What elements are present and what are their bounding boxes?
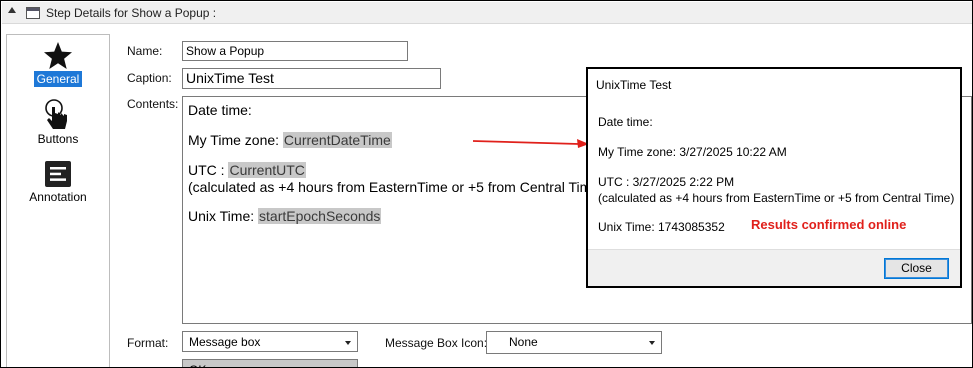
variable-start-epoch-seconds: startEpochSeconds [258,208,382,224]
popup-line-datetime: Date time: [598,115,653,129]
sidebar-item-label: General [33,71,83,87]
sidebar-item-label: Annotation [29,190,87,204]
contents-line-utc: UTC : CurrentUTC [188,162,306,178]
pointer-hand-icon [45,99,67,129]
buttons-select[interactable]: OK [182,359,358,367]
contents-line-timezone: My Time zone: CurrentDateTime [188,132,392,148]
caption-label: Caption: [127,71,172,85]
annotation-arrow [472,139,589,148]
window-title: Step Details for Show a Popup : [46,6,217,20]
caption-field[interactable]: UnixTime Test [182,68,441,89]
contents-line-datetime: Date time: [188,102,252,118]
sidebar-item-buttons[interactable]: Buttons [7,99,109,147]
popup-dialog: UnixTime Test Date time: My Time zone: 3… [586,67,962,288]
popup-line-utc: UTC : 3/27/2025 2:22 PM [598,175,735,189]
popup-footer: Close [588,249,960,286]
sidebar-item-annotation[interactable]: Annotation [7,159,109,205]
variable-current-utc: CurrentUTC [228,162,306,178]
msgbox-icon-label: Message Box Icon: [385,336,488,350]
chevron-down-icon [649,341,655,345]
close-button[interactable]: Close [884,258,949,279]
contents-line-unixtime: Unix Time: startEpochSeconds [188,208,382,224]
step-details-window: Step Details for Show a Popup : General … [0,0,973,368]
msgbox-icon-select-value: None [509,335,538,349]
results-annotation: Results confirmed online [751,217,907,232]
collapse-icon[interactable] [8,7,16,13]
format-select[interactable]: Message box [182,331,358,352]
popup-title: UnixTime Test [596,78,672,92]
unixtime-prefix: Unix Time: [188,208,255,224]
msgbox-icon-select[interactable]: None [486,331,662,354]
buttons-select-value: OK [189,363,206,367]
timezone-prefix: My Time zone: [188,132,280,148]
variable-current-datetime: CurrentDateTime [282,132,392,148]
utc-prefix: UTC : [188,162,225,178]
annotation-icon [45,161,71,187]
contents-label: Contents: [127,97,179,111]
star-icon [44,42,72,69]
format-select-value: Message box [189,335,261,349]
sidebar-item-general[interactable]: General [7,41,109,87]
name-label: Name: [127,44,163,58]
contents-line-calc-note: (calculated as +4 hours from EasternTime… [188,179,604,195]
title-bar: Step Details for Show a Popup : [2,2,972,24]
name-field[interactable]: Show a Popup [182,41,408,61]
chevron-down-icon [345,341,351,345]
format-label: Format: [127,336,169,350]
popup-line-timezone: My Time zone: 3/27/2025 10:22 AM [598,145,787,159]
popup-line-calc-note: (calculated as +4 hours from EasternTime… [598,191,955,205]
popup-line-unixtime: Unix Time: 1743085352 [598,220,725,234]
sidebar-item-label: Buttons [37,132,79,146]
sidebar: General Buttons Annotation [6,34,110,367]
window-icon [26,7,40,19]
